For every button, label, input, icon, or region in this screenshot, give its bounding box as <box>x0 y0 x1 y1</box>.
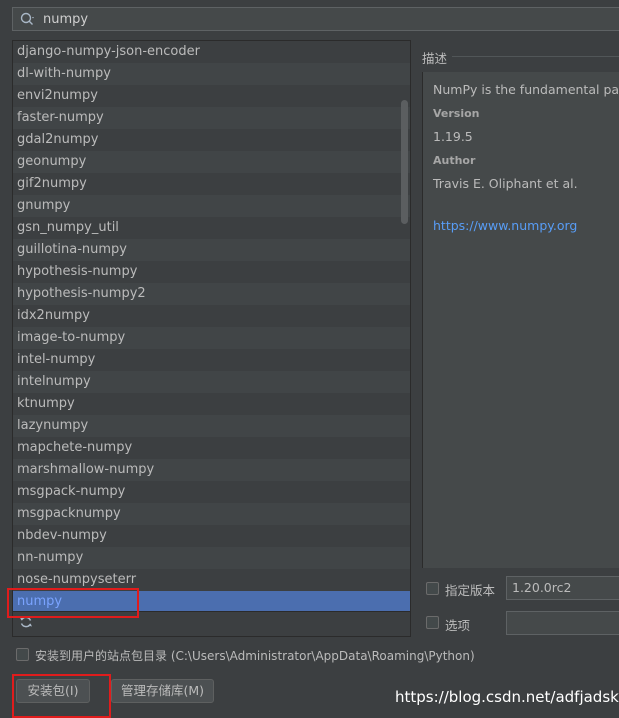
install-user-site-checkbox[interactable] <box>16 648 29 661</box>
package-list-item[interactable]: envi2numpy <box>13 85 410 107</box>
package-list-item[interactable]: hypothesis-numpy <box>13 261 410 283</box>
package-list-item[interactable]: intel-numpy <box>13 349 410 371</box>
description-title: 描述 <box>422 51 448 66</box>
package-list-item[interactable]: faster-numpy <box>13 107 410 129</box>
package-list-item[interactable]: gif2numpy <box>13 173 410 195</box>
homepage-link[interactable]: https://www.numpy.org <box>433 218 577 233</box>
package-list-item[interactable]: hypothesis-numpy2 <box>13 283 410 305</box>
search-input[interactable] <box>43 11 619 27</box>
package-list-item[interactable]: msgpacknumpy <box>13 503 410 525</box>
annotation-box-selected-package <box>7 588 139 618</box>
package-list-item[interactable]: django-numpy-json-encoder <box>13 41 410 63</box>
package-list-item[interactable]: gnumpy <box>13 195 410 217</box>
annotation-box-install-button <box>12 674 111 718</box>
search-bar[interactable] <box>12 7 619 31</box>
watermark: https://blog.csdn.net/adfjadsklf <box>395 688 619 706</box>
version-label: Version <box>433 107 480 120</box>
version-select[interactable]: 1.20.0rc2 <box>506 576 619 600</box>
options-label: 选项 <box>445 618 471 633</box>
package-list-item[interactable]: msgpack-numpy <box>13 481 410 503</box>
package-list-item[interactable]: guillotina-numpy <box>13 239 410 261</box>
package-list-item[interactable]: gsn_numpy_util <box>13 217 410 239</box>
manage-repositories-button[interactable]: 管理存储库(M) <box>111 679 214 703</box>
options-checkbox[interactable] <box>426 616 439 629</box>
package-list-item[interactable]: idx2numpy <box>13 305 410 327</box>
package-list-item[interactable]: mapchete-numpy <box>13 437 410 459</box>
package-list-item[interactable]: marshmallow-numpy <box>13 459 410 481</box>
description-panel: NumPy is the fundamental package Version… <box>422 72 619 568</box>
package-list-item[interactable]: dl-with-numpy <box>13 63 410 85</box>
package-list-item[interactable]: ktnumpy <box>13 393 410 415</box>
package-list[interactable]: django-numpy-json-encoder dl-with-numpy en… <box>12 40 411 612</box>
description-separator <box>452 56 619 57</box>
version-value: 1.19.5 <box>433 129 473 144</box>
list-scrollbar[interactable] <box>401 100 408 224</box>
search-icon[interactable] <box>13 12 43 26</box>
author-label: Author <box>433 154 476 167</box>
specify-version-label: 指定版本 <box>445 583 496 598</box>
options-input[interactable] <box>506 611 619 635</box>
specify-version-checkbox[interactable] <box>426 582 439 595</box>
package-list-item[interactable]: gdal2numpy <box>13 129 410 151</box>
author-value: Travis E. Oliphant et al. <box>433 176 578 191</box>
package-list-item[interactable]: image-to-numpy <box>13 327 410 349</box>
package-list-item[interactable]: nbdev-numpy <box>13 525 410 547</box>
description-summary: NumPy is the fundamental package <box>433 82 619 97</box>
package-list-item[interactable]: nn-numpy <box>13 547 410 569</box>
install-user-site-label: 安装到用户的站点包目录 (C:\Users\Administrator\AppD… <box>35 649 475 663</box>
package-list-item[interactable]: geonumpy <box>13 151 410 173</box>
package-list-item[interactable]: lazynumpy <box>13 415 410 437</box>
package-list-item[interactable]: intelnumpy <box>13 371 410 393</box>
